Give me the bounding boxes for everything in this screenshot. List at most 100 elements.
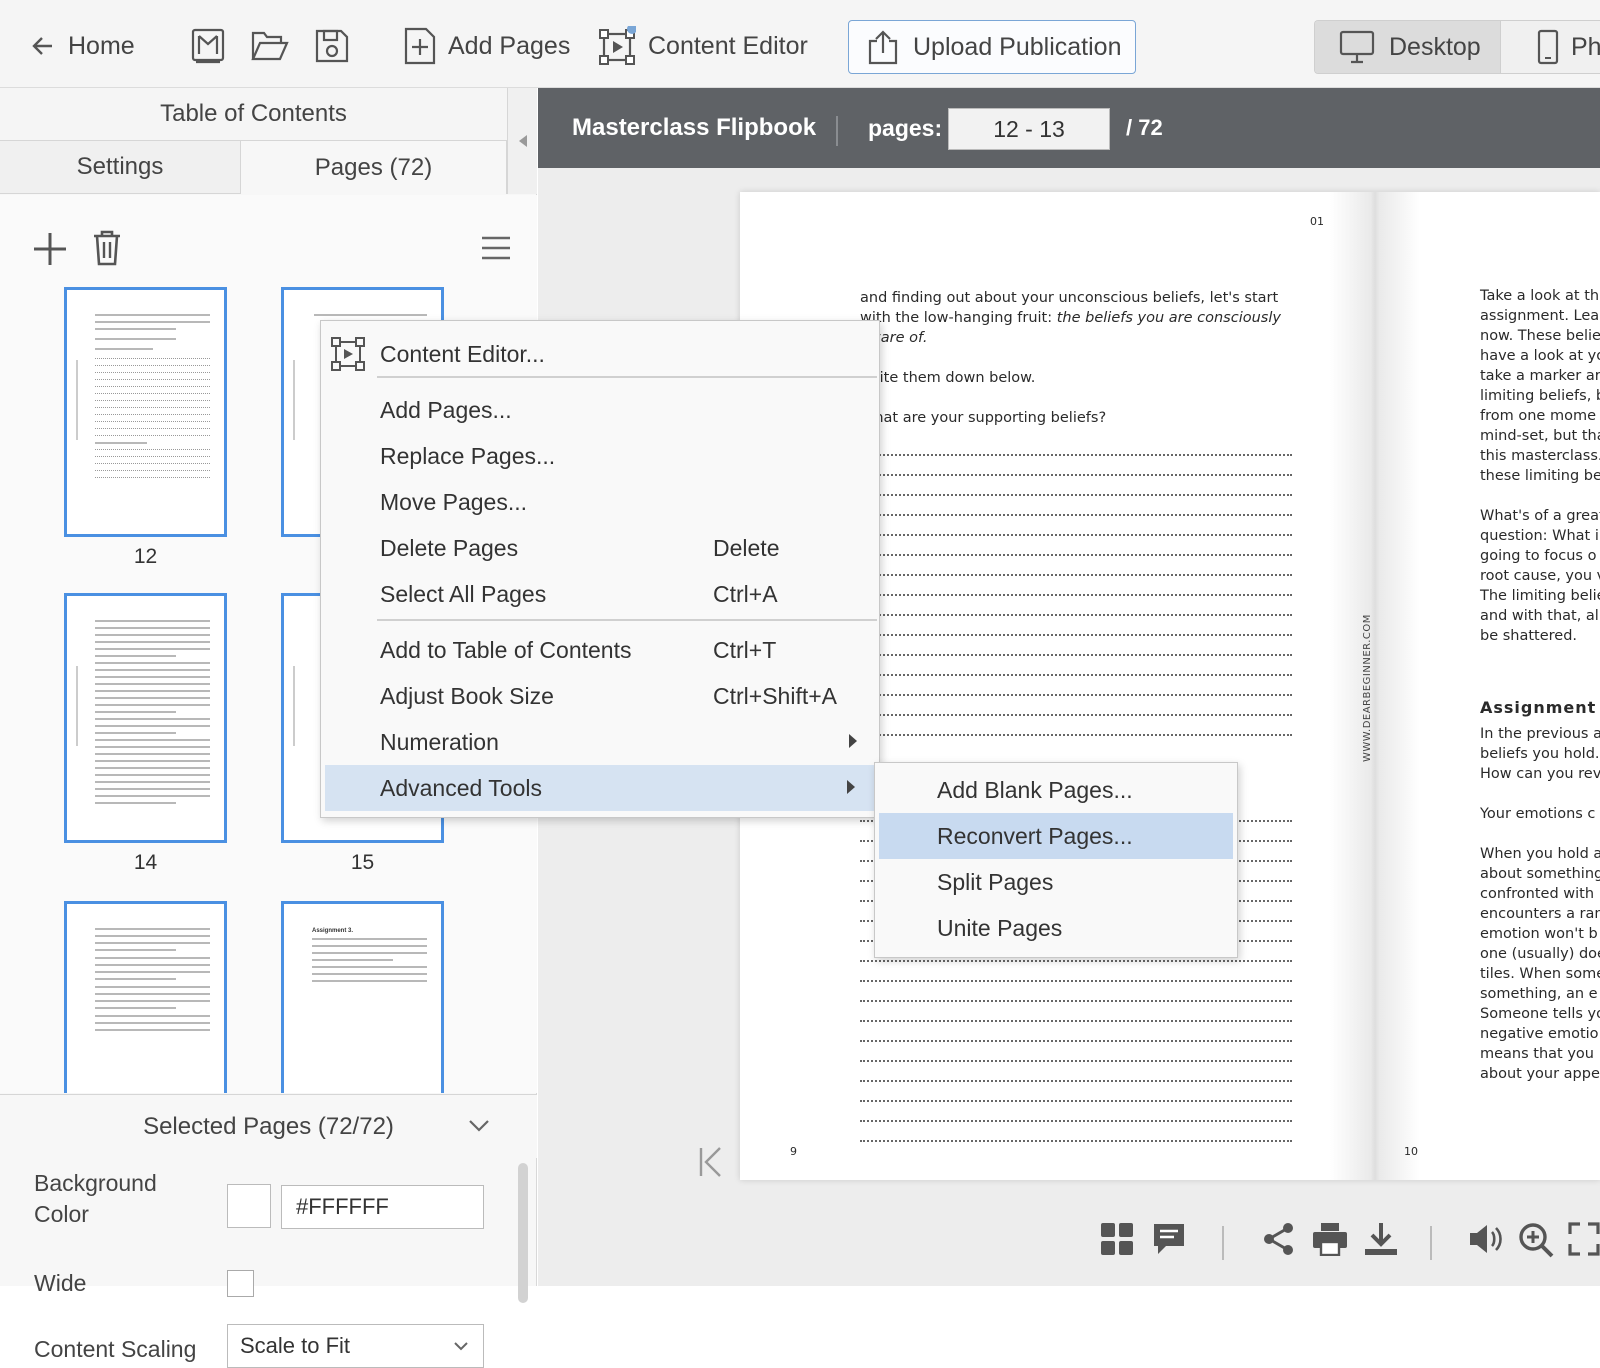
page-thumbnail-14[interactable] <box>64 593 227 843</box>
right-page-footer-number: 10 <box>1404 1145 1418 1158</box>
right-page-line: beliefs you hold. <box>1480 746 1600 762</box>
zoom-in-button[interactable] <box>1518 1222 1554 1258</box>
right-page-line: When you hold a <box>1480 846 1600 862</box>
menu-item-label: Reconvert Pages... <box>937 823 1133 849</box>
right-page-line: assignment. Lea <box>1480 308 1600 324</box>
add-pages-label: Add Pages <box>448 31 571 60</box>
submenu-arrow-icon <box>847 780 855 794</box>
submenu-item-reconvert-pages[interactable]: Reconvert Pages... <box>879 813 1233 859</box>
left-page-line: and finding out about your unconscious b… <box>860 290 1279 306</box>
context-menu: Content Editor... Add Pages... Replace P… <box>320 320 880 818</box>
phone-view-button[interactable]: Ph <box>1501 21 1600 73</box>
thumbnail-label: 12 <box>133 545 158 568</box>
plus-icon <box>34 233 66 265</box>
upload-label: Upload Publication <box>913 32 1122 61</box>
thumbnails-button[interactable] <box>1100 1222 1134 1256</box>
writing-line <box>860 534 1292 536</box>
delete-page-button[interactable] <box>92 229 122 267</box>
content-editor-button[interactable]: Content Editor <box>598 18 808 74</box>
pages-menu-button[interactable] <box>482 235 510 261</box>
home-button[interactable]: Home <box>30 18 135 74</box>
tab-settings[interactable]: Settings <box>0 141 241 194</box>
menu-item-adjust-book-size[interactable]: Adjust Book Size Ctrl+Shift+A <box>321 673 879 719</box>
arrow-left-icon <box>30 33 56 59</box>
menu-item-content-editor[interactable]: Content Editor... <box>321 331 879 377</box>
add-page-button[interactable] <box>32 231 68 267</box>
wide-checkbox[interactable] <box>227 1270 254 1297</box>
writing-line <box>860 734 1292 736</box>
page-thumbnail-12[interactable] <box>64 287 227 537</box>
menu-item-label: Unite Pages <box>937 915 1063 941</box>
menu-item-add-pages[interactable]: Add Pages... <box>321 387 879 433</box>
menu-item-numeration[interactable]: Numeration <box>321 719 879 765</box>
writing-line <box>860 1080 1292 1082</box>
tab-label: Table of Contents <box>160 100 347 127</box>
print-button[interactable] <box>1312 1222 1348 1256</box>
writing-line <box>860 1120 1292 1122</box>
submenu-item-split-pages[interactable]: Split Pages <box>879 859 1233 905</box>
save-button[interactable] <box>314 18 350 74</box>
tab-pages[interactable]: Pages (72) <box>241 141 507 194</box>
save-icon <box>314 28 350 64</box>
panel-scrollbar[interactable] <box>518 1163 528 1303</box>
open-button[interactable] <box>251 18 289 74</box>
thumbnail-label: 15 <box>350 851 375 874</box>
writing-line <box>860 1140 1292 1142</box>
page-thumbnail-17[interactable]: Assignment 3. <box>281 901 444 1093</box>
right-page-line: Your emotions c <box>1480 806 1596 822</box>
menu-item-replace-pages[interactable]: Replace Pages... <box>321 433 879 479</box>
left-page-text-span: with the low-hanging fruit: <box>860 310 1057 326</box>
menu-item-select-all-pages[interactable]: Select All Pages Ctrl+A <box>321 571 879 617</box>
menu-item-shortcut: Ctrl+T <box>713 637 777 663</box>
page-thumbnail-16[interactable] <box>64 901 227 1093</box>
right-page-line: from one mome <box>1480 408 1596 424</box>
menu-item-add-to-toc[interactable]: Add to Table of Contents Ctrl+T <box>321 627 879 673</box>
print-icon <box>1313 1223 1347 1256</box>
right-page-line: take a marker ar <box>1480 368 1600 384</box>
bg-color-swatch[interactable] <box>227 1184 271 1228</box>
chevron-down-icon <box>453 1325 469 1367</box>
content-scaling-select[interactable]: Scale to Fit <box>227 1324 484 1368</box>
menu-item-delete-pages[interactable]: Delete Pages Delete <box>321 525 879 571</box>
book-spine <box>1330 192 1420 1180</box>
download-button[interactable] <box>1364 1222 1398 1256</box>
fullscreen-button[interactable] <box>1568 1222 1600 1256</box>
right-page-line: emotion won't b <box>1480 926 1598 942</box>
desktop-view-button[interactable]: Desktop <box>1315 21 1501 73</box>
collapse-panel-button[interactable] <box>507 88 537 194</box>
first-page-button[interactable] <box>698 1146 724 1178</box>
sound-button[interactable] <box>1468 1222 1504 1256</box>
writing-line <box>860 594 1292 596</box>
menu-item-shortcut: Delete <box>713 535 780 561</box>
right-page-paragraph: In the previous a beliefs you hold. How ca… <box>1480 724 1600 784</box>
writing-line <box>860 574 1292 576</box>
phone-icon <box>1537 29 1559 65</box>
pages-input[interactable]: 12 - 13 <box>948 108 1110 150</box>
selected-pages-header[interactable]: Selected Pages (72/72) <box>0 1094 537 1158</box>
writing-line <box>860 454 1292 456</box>
menu-item-move-pages[interactable]: Move Pages... <box>321 479 879 525</box>
menu-item-label: Add to Table of Contents <box>380 637 632 663</box>
submenu-item-add-blank-pages[interactable]: Add Blank Pages... <box>879 767 1233 813</box>
notes-button[interactable] <box>1152 1222 1186 1256</box>
right-page-line: be shattered. <box>1480 628 1578 644</box>
book-title: Masterclass Flipbook <box>572 114 817 141</box>
content-editor-icon <box>331 337 365 371</box>
menu-item-advanced-tools[interactable]: Advanced Tools <box>325 765 877 811</box>
hamburger-icon <box>482 236 510 260</box>
tab-table-of-contents[interactable]: Table of Contents <box>0 88 507 141</box>
content-editor-icon <box>598 26 636 66</box>
writing-line <box>860 1100 1292 1102</box>
vertical-url: WWW.DEARBEGINNER.COM <box>1362 614 1373 762</box>
share-button[interactable] <box>1262 1222 1296 1256</box>
bg-color-label-line: Background <box>34 1170 157 1196</box>
add-pages-button[interactable]: Add Pages <box>404 18 570 74</box>
book-view-button[interactable] <box>190 18 226 74</box>
left-page-line: with the low-hanging fruit: the beliefs … <box>860 308 1320 328</box>
upload-publication-button[interactable]: Upload Publication <box>848 20 1136 74</box>
writing-line <box>860 980 1292 982</box>
right-page-line: about something <box>1480 866 1600 882</box>
bg-color-input[interactable]: #FFFFFF <box>281 1185 484 1229</box>
submenu-item-unite-pages[interactable]: Unite Pages <box>879 905 1233 951</box>
writing-line <box>860 554 1292 556</box>
